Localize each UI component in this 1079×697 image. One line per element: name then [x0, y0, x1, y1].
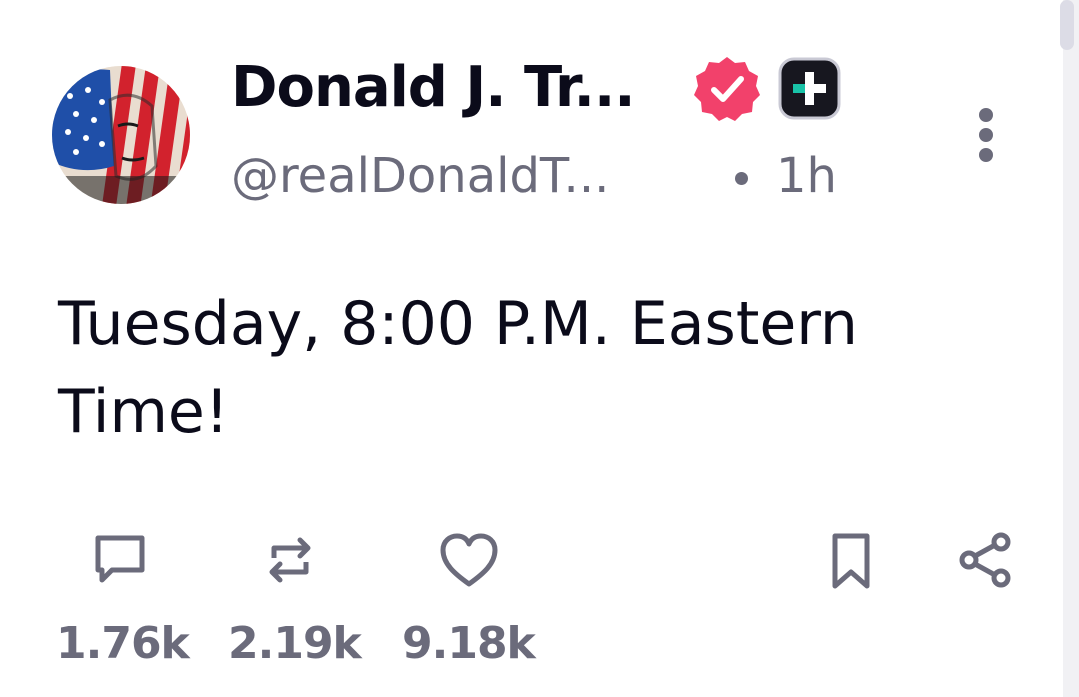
repost-icon	[269, 537, 311, 583]
like-button[interactable]	[429, 520, 509, 600]
heart-icon	[440, 533, 498, 587]
user-handle[interactable]: @realDonaldT...	[231, 145, 609, 207]
bookmark-icon	[832, 533, 870, 589]
bookmark-button[interactable]	[811, 520, 891, 600]
post-card: Donald J. Tr... @realDonaldT... 1h Tuesd…	[0, 0, 1079, 697]
avatar-flag-portrait	[52, 66, 190, 204]
verified-badge-icon	[694, 57, 760, 121]
dot-icon	[979, 128, 993, 142]
plus-badge-icon	[778, 57, 841, 120]
separator-dot	[735, 172, 748, 185]
reply-icon	[95, 535, 145, 583]
like-count: 9.18k	[402, 618, 536, 669]
scrollbar-track[interactable]	[1063, 0, 1079, 697]
repost-count: 2.19k	[228, 618, 362, 669]
more-options-button[interactable]	[962, 100, 1010, 170]
dot-icon	[979, 108, 993, 122]
post-body: Tuesday, 8:00 P.M. Eastern Time!	[58, 289, 858, 447]
reply-button[interactable]	[80, 520, 160, 600]
post-time[interactable]: 1h	[776, 145, 837, 207]
scrollbar-thumb[interactable]	[1060, 0, 1074, 50]
share-button[interactable]	[945, 520, 1025, 600]
share-icon	[959, 532, 1011, 588]
repost-button[interactable]	[250, 520, 330, 600]
reply-count: 1.76k	[56, 618, 190, 669]
avatar[interactable]	[52, 66, 190, 204]
dot-icon	[979, 148, 993, 162]
display-name[interactable]: Donald J. Tr...	[231, 54, 635, 122]
